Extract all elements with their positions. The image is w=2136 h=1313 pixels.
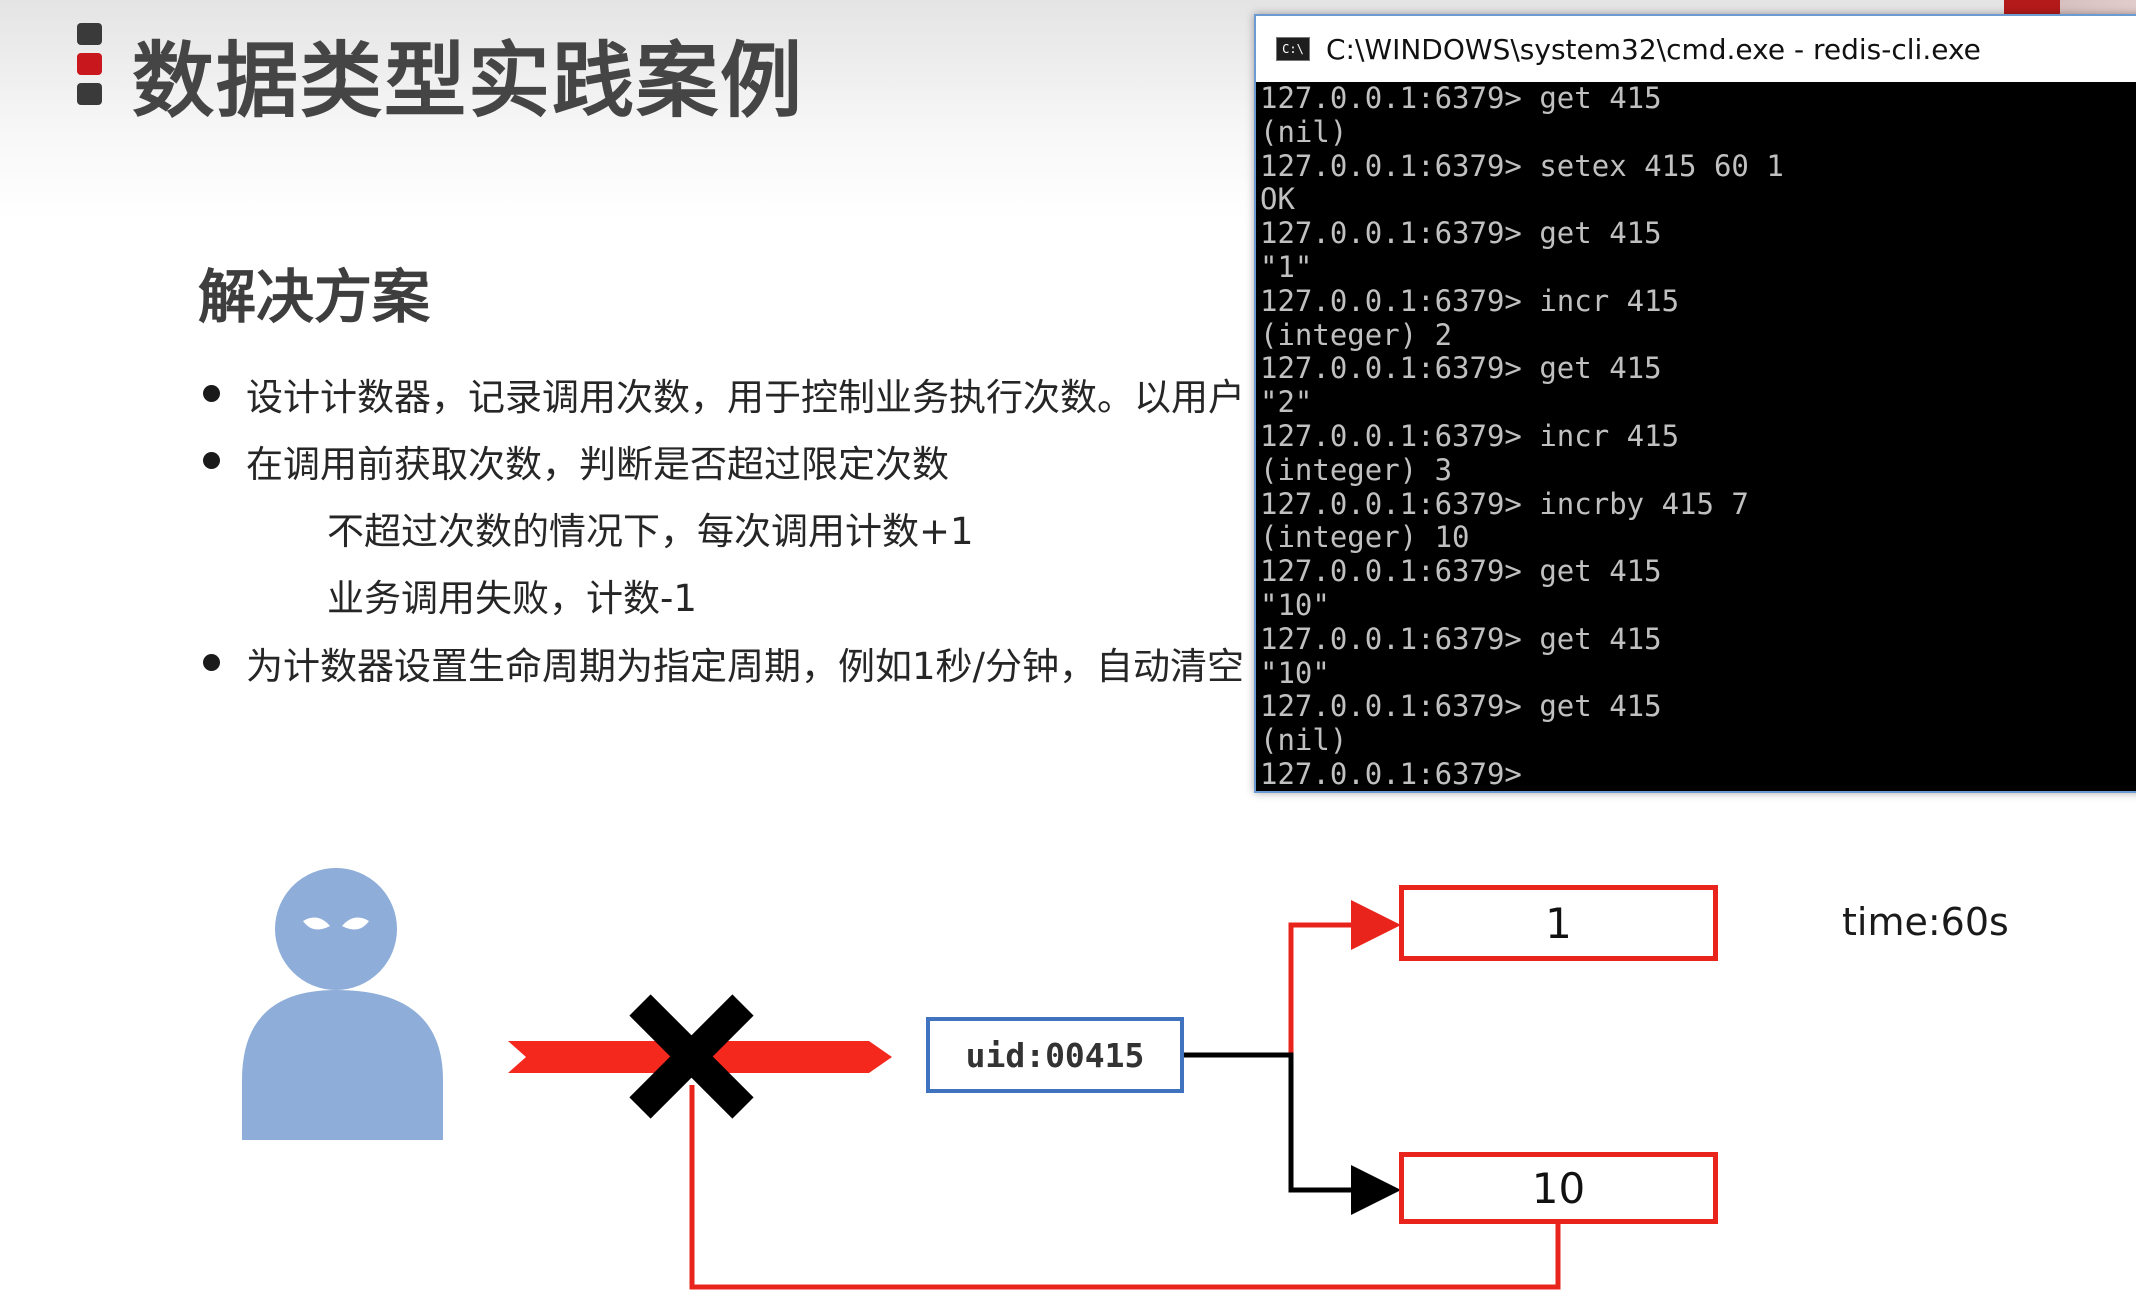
blocked-cross-icon [629, 994, 754, 1119]
terminal-line: "10" [1260, 655, 1330, 690]
terminal-line: (integer) 3 [1260, 452, 1453, 487]
terminal-line: (nil) [1260, 723, 1348, 758]
sub-item-2: 业务调用失败，计数-1 [327, 577, 697, 620]
terminal-line: 127.0.0.1:6379> get 415 [1260, 554, 1662, 589]
bullet-dot [203, 654, 220, 671]
cmd-app-icon[interactable]: C:\ [1276, 37, 1310, 61]
slide-title: 数据类型实践案例 [132, 34, 805, 129]
uid-key-box: uid:00415 [926, 1017, 1184, 1093]
connector-bottom [1183, 1052, 1401, 1215]
request-arrow [508, 1041, 892, 1073]
terminal-line: 127.0.0.1:6379> get 415 [1260, 216, 1662, 251]
terminal-line: "2" [1260, 385, 1313, 420]
terminal-line: 127.0.0.1:6379> get 415 [1260, 621, 1662, 656]
terminal-line: "10" [1260, 587, 1330, 622]
bullet-item-2: 在调用前获取次数，判断是否超过限定次数 [246, 443, 949, 486]
terminal-line: 127.0.0.1:6379> incr 415 [1260, 418, 1680, 453]
terminal-line: 127.0.0.1:6379> incrby 415 7 [1260, 486, 1749, 521]
terminal-line: (integer) 2 [1260, 317, 1453, 352]
terminal-output[interactable]: 127.0.0.1:6379> get 415 (nil) 127.0.0.1:63… [1260, 81, 2136, 791]
user-person-icon [242, 868, 443, 1140]
counter-box-top: 1 [1399, 885, 1718, 961]
bullet-dot [203, 385, 220, 402]
terminal-line: (nil) [1260, 114, 1348, 149]
bullet-dot [203, 452, 220, 469]
bullet-item-1: 设计计数器，记录调用次数，用于控制业务执行次数。以用户 [246, 376, 1245, 419]
connector-top [1183, 900, 1401, 1058]
terminal-line: "1" [1260, 249, 1313, 284]
terminal-line: 127.0.0.1:6379> setex 415 60 1 [1260, 148, 1784, 183]
terminal-line: 127.0.0.1:6379> [1260, 756, 1540, 791]
terminal-line: 127.0.0.1:6379> get 415 [1260, 689, 1662, 724]
terminal-line: 127.0.0.1:6379> incr 415 [1260, 283, 1680, 318]
section-heading: 解决方案 [198, 263, 431, 331]
bullet-item-3: 为计数器设置生命周期为指定周期，例如1秒/分钟，自动清空 [246, 645, 1245, 688]
cmd-titlebar[interactable]: C:\ C:\WINDOWS\system32\cmd.exe - redis-… [1256, 16, 2136, 82]
title-marker-icon [77, 23, 102, 113]
terminal-line: OK [1260, 182, 1295, 217]
terminal-line: 127.0.0.1:6379> get 415 [1260, 81, 1662, 115]
sub-item-1: 不超过次数的情况下，每次调用计数+1 [327, 510, 974, 553]
counter-box-bottom: 10 [1399, 1152, 1718, 1224]
cmd-window[interactable]: C:\ C:\WINDOWS\system32\cmd.exe - redis-… [1254, 14, 2136, 793]
terminal-line: (integer) 10 [1260, 520, 1470, 555]
ttl-label: time:60s [1842, 900, 2009, 944]
cmd-window-title: C:\WINDOWS\system32\cmd.exe - redis-cli.… [1326, 32, 1981, 66]
terminal-line: 127.0.0.1:6379> get 415 [1260, 351, 1662, 386]
